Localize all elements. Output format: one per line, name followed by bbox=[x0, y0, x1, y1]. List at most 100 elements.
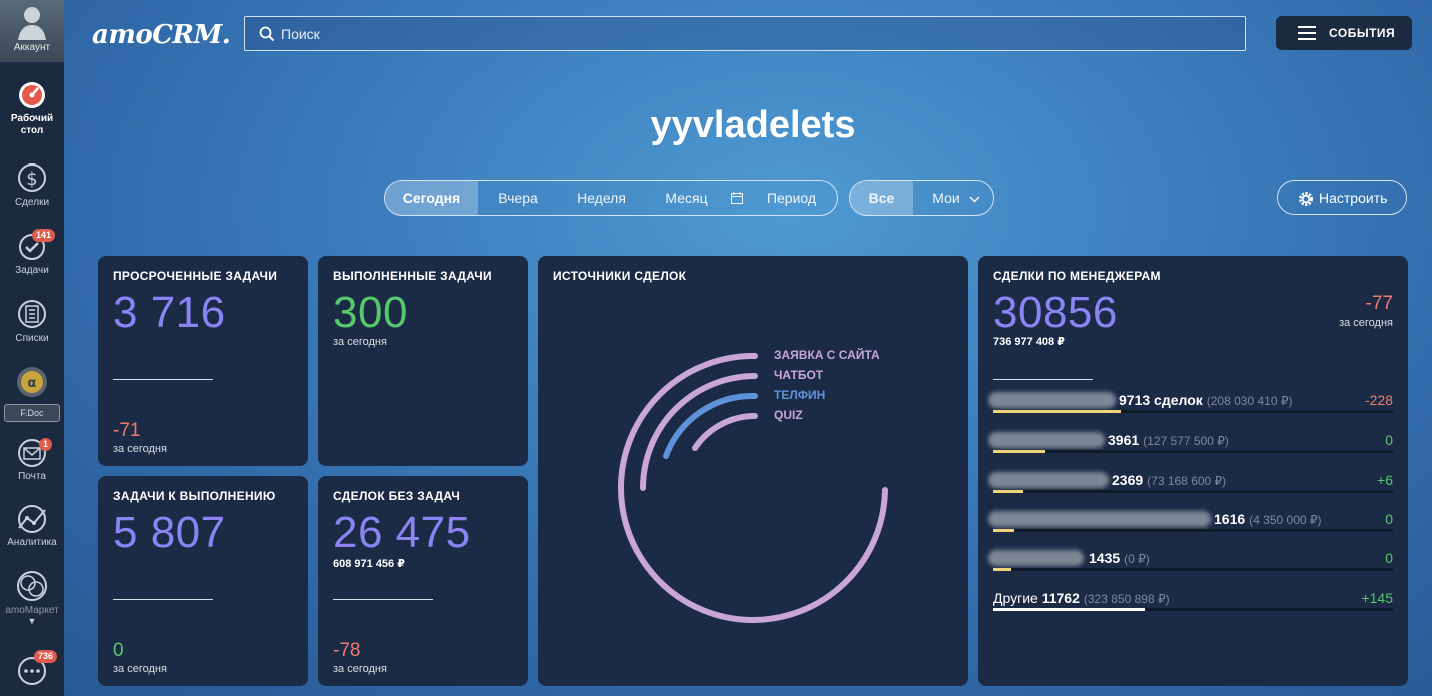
period-week[interactable]: Неделя bbox=[558, 181, 645, 215]
fdoc-icon: α bbox=[17, 367, 47, 397]
overdue-delta: -71 bbox=[113, 420, 141, 441]
manager-change: 0 bbox=[1385, 511, 1393, 527]
sidebar-item-analytics[interactable]: Аналитика bbox=[0, 504, 64, 549]
search-icon bbox=[259, 26, 275, 42]
done-sub: за сегодня bbox=[333, 336, 387, 348]
manager-count: 2369 (73 168 600 ₽) bbox=[1112, 472, 1227, 488]
divider bbox=[333, 599, 433, 600]
manager-count: Другие 11762 (323 850 898 ₽) bbox=[993, 590, 1170, 606]
scope-all[interactable]: Все bbox=[850, 181, 913, 215]
progress-track bbox=[993, 490, 1393, 493]
sidebar-item-lists[interactable]: Списки bbox=[0, 298, 64, 345]
manager-change: 0 bbox=[1385, 550, 1393, 566]
widget-title: СДЕЛКИ ПО МЕНЕДЖЕРАМ bbox=[993, 269, 1161, 283]
manager-change: 0 bbox=[1385, 432, 1393, 448]
sidebar-item-market[interactable]: amoМаркет ▼ bbox=[0, 570, 64, 626]
manager-row[interactable]: 3961 (127 577 500 ₽) 0 bbox=[988, 432, 1393, 472]
sidebar-item-fdoc[interactable]: α bbox=[0, 366, 64, 398]
sidebar-item-chat[interactable]: 736 bbox=[0, 650, 64, 686]
legend-chatbot: ЧАТБОТ bbox=[774, 368, 824, 382]
events-label: СОБЫТИЯ bbox=[1329, 26, 1396, 40]
legend-quiz: QUIZ bbox=[774, 408, 803, 422]
manager-change: +6 bbox=[1377, 472, 1393, 488]
settings-button[interactable]: Настроить bbox=[1277, 180, 1407, 215]
sidebar-item-tasks[interactable]: Задачи 141 bbox=[0, 229, 64, 277]
sidebar-item-label: Задачи bbox=[15, 265, 49, 276]
chat-badge: 736 bbox=[34, 650, 58, 663]
manager-row-others[interactable]: Другие 11762 (323 850 898 ₽) +145 bbox=[993, 590, 1393, 630]
overdue-delta-label: за сегодня bbox=[113, 443, 167, 455]
calendar-icon bbox=[731, 192, 743, 204]
manager-name-blurred bbox=[988, 550, 1084, 566]
widget-deals-without-tasks[interactable]: СДЕЛОК БЕЗ ЗАДАЧ 26 475 608 971 456 ₽ -7… bbox=[318, 476, 528, 686]
manager-change: -228 bbox=[1364, 392, 1393, 408]
manager-name-blurred bbox=[988, 392, 1116, 408]
manager-row[interactable]: 1435 (0 ₽) 0 bbox=[988, 550, 1393, 590]
dollar-icon: $ bbox=[18, 163, 46, 192]
arc-quiz bbox=[692, 412, 758, 451]
todo-value: 5 807 bbox=[113, 508, 226, 557]
events-button[interactable]: СОБЫТИЯ bbox=[1276, 16, 1412, 50]
progress-fill bbox=[993, 568, 1011, 571]
no-tasks-sum: 608 971 456 ₽ bbox=[333, 558, 405, 570]
manager-count: 1435 (0 ₽) bbox=[1089, 550, 1150, 566]
period-today[interactable]: Сегодня bbox=[385, 181, 478, 215]
account-label: Аккаунт bbox=[13, 42, 51, 53]
sidebar-item-label: Аналитика bbox=[7, 537, 57, 548]
manager-name-blurred bbox=[988, 511, 1211, 527]
manager-count: 1616 (4 350 000 ₽) bbox=[1214, 511, 1322, 527]
manager-row[interactable]: 9713 сделок (208 030 410 ₽) -228 bbox=[988, 392, 1393, 432]
progress-fill bbox=[993, 490, 1023, 493]
amocrm-logo[interactable]: amoCRM. bbox=[92, 20, 231, 50]
scope-mine-label: Мои bbox=[932, 190, 960, 206]
sidebar-item-mail[interactable]: Почта 1 bbox=[0, 438, 64, 483]
period-custom-label: Период bbox=[766, 190, 817, 206]
analytics-icon bbox=[18, 505, 46, 533]
legend-telfin: ТЕЛФИН bbox=[774, 388, 826, 402]
scope-mine[interactable]: Мои bbox=[913, 181, 993, 215]
progress-track bbox=[993, 568, 1393, 571]
sidebar-item-label: Сделки bbox=[14, 197, 50, 208]
widget-overdue-tasks[interactable]: ПРОСРОЧЕННЫЕ ЗАДАЧИ 3 716 -71 за сегодня bbox=[98, 256, 308, 466]
manager-change: +145 bbox=[1361, 590, 1393, 606]
fdoc-label[interactable]: F.Doc bbox=[4, 404, 60, 422]
divider bbox=[113, 379, 213, 380]
chevron-down-icon[interactable]: ▼ bbox=[0, 617, 64, 626]
progress-fill bbox=[993, 450, 1045, 453]
period-month[interactable]: Месяц bbox=[645, 181, 728, 215]
manager-row[interactable]: 1616 (4 350 000 ₽) 0 bbox=[988, 511, 1393, 551]
period-custom[interactable]: Период bbox=[728, 181, 837, 215]
sidebar-item-deals[interactable]: $ Сделки bbox=[0, 158, 64, 209]
account-button[interactable]: Аккаунт bbox=[0, 0, 64, 62]
period-switcher: Сегодня Вчера Неделя Месяц Период bbox=[384, 180, 838, 216]
sources-legend: ЗАЯВКА С САЙТА ЧАТБОТ ТЕЛФИН QUIZ bbox=[774, 348, 880, 428]
manager-name-blurred bbox=[988, 472, 1109, 488]
svg-text:$: $ bbox=[26, 169, 37, 190]
period-yesterday[interactable]: Вчера bbox=[478, 181, 558, 215]
manager-name-blurred bbox=[988, 432, 1105, 448]
overdue-value: 3 716 bbox=[113, 288, 226, 337]
managers-value: 30856 bbox=[993, 288, 1118, 337]
managers-sum: 736 977 408 ₽ bbox=[993, 336, 1065, 348]
progress-track bbox=[993, 450, 1393, 453]
gear-icon bbox=[1299, 192, 1313, 206]
manager-row[interactable]: 2369 (73 168 600 ₽) +6 bbox=[988, 472, 1393, 512]
search-input[interactable] bbox=[281, 17, 1231, 50]
managers-delta-label: за сегодня bbox=[1339, 317, 1393, 329]
progress-fill bbox=[993, 410, 1121, 413]
mail-badge: 1 bbox=[39, 438, 53, 451]
progress-fill bbox=[993, 608, 1145, 611]
legend-site-request: ЗАЯВКА С САЙТА bbox=[774, 348, 880, 362]
widget-title: ВЫПОЛНЕННЫЕ ЗАДАЧИ bbox=[333, 269, 492, 283]
widget-todo-tasks[interactable]: ЗАДАЧИ К ВЫПОЛНЕНИЮ 5 807 0 за сегодня bbox=[98, 476, 308, 686]
progress-track bbox=[993, 529, 1393, 532]
manager-count: 3961 (127 577 500 ₽) bbox=[1108, 432, 1229, 448]
widget-deals-by-managers[interactable]: СДЕЛКИ ПО МЕНЕДЖЕРАМ 30856 736 977 408 ₽… bbox=[978, 256, 1408, 686]
search-bar[interactable] bbox=[244, 16, 1246, 51]
list-icon bbox=[18, 300, 46, 328]
tasks-badge: 141 bbox=[32, 229, 56, 242]
managers-delta: -77 bbox=[1365, 293, 1393, 314]
user-avatar-icon bbox=[18, 7, 46, 40]
widget-deal-sources[interactable]: ИСТОЧНИКИ СДЕЛОК ЗАЯВКА С САЙТА ЧАТБОТ Т… bbox=[538, 256, 968, 686]
widget-done-tasks[interactable]: ВЫПОЛНЕННЫЕ ЗАДАЧИ 300 за сегодня bbox=[318, 256, 528, 466]
